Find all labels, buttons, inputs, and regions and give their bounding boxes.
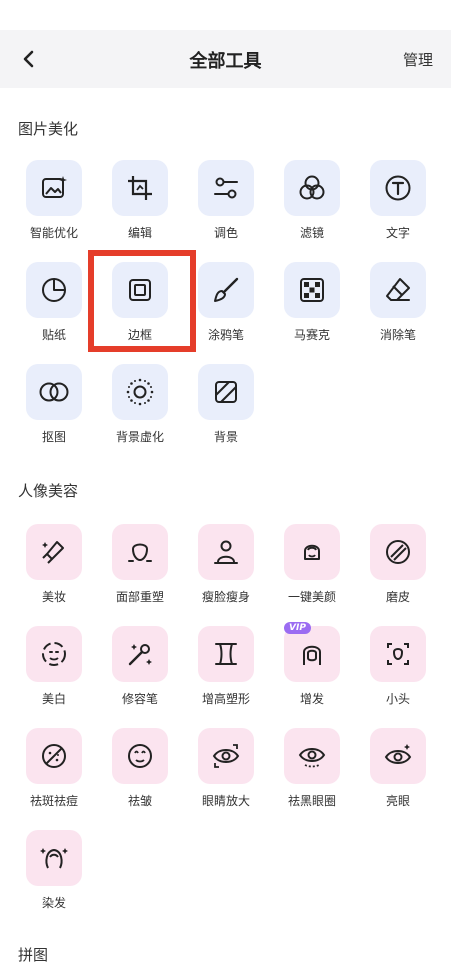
tool-eraser[interactable]: 消除笔 xyxy=(355,262,441,343)
eraser-icon xyxy=(386,278,410,301)
tool-small-head[interactable]: 小头 xyxy=(355,626,441,707)
tool-color-adjust[interactable]: 调色 xyxy=(183,160,269,241)
hair-dye-icon xyxy=(40,848,68,869)
sliders-icon xyxy=(214,177,238,199)
dark-circle-icon xyxy=(298,748,326,768)
tool-blemish[interactable]: 祛斑祛痘 xyxy=(11,728,97,809)
tool-smooth-skin[interactable]: 磨皮 xyxy=(355,524,441,605)
tool-bright-eye[interactable]: 亮眼 xyxy=(355,728,441,809)
beauty-face-icon xyxy=(304,544,320,560)
tool-frame[interactable]: 边框 xyxy=(97,262,183,343)
tool-text[interactable]: 文字 xyxy=(355,160,441,241)
image-spark-icon xyxy=(42,176,67,198)
tool-background-blur[interactable]: 背景虚化 xyxy=(97,364,183,445)
blemish-icon xyxy=(42,744,66,768)
tool-edit[interactable]: 编辑 xyxy=(97,160,183,241)
tool-contour-pen[interactable]: 修容笔 xyxy=(97,626,183,707)
manage-button[interactable]: 管理 xyxy=(403,49,433,70)
tool-doodle-pen[interactable]: 涂鸦笔 xyxy=(183,262,269,343)
tool-wrinkle[interactable]: 祛皱 xyxy=(97,728,183,809)
page-title: 全部工具 xyxy=(189,51,262,72)
wrinkle-icon xyxy=(128,744,152,768)
section-title-collage: 拼图 xyxy=(18,946,49,964)
section-title-portrait: 人像美容 xyxy=(18,482,79,500)
tool-whiten[interactable]: 美白 xyxy=(11,626,97,707)
tool-face-reshape[interactable]: 面部重塑 xyxy=(97,524,183,605)
tool-makeup[interactable]: 美妆 xyxy=(11,524,97,605)
filter-circles-icon xyxy=(299,175,325,200)
header-bar: 全部工具 管理 xyxy=(0,30,451,88)
frame-icon xyxy=(129,279,151,301)
section-title-photo: 图片美化 xyxy=(18,120,79,138)
slim-body-icon xyxy=(214,540,238,564)
tool-cutout[interactable]: 抠图 xyxy=(11,364,97,445)
blur-dots-icon xyxy=(126,378,154,406)
tool-one-click-beauty[interactable]: 一键美颜 xyxy=(269,524,355,605)
hair-icon xyxy=(303,645,321,665)
height-shape-icon xyxy=(215,643,237,665)
sticker-icon xyxy=(42,278,66,302)
tool-dark-circle[interactable]: 祛黑眼圈 xyxy=(269,728,355,809)
face-reshape-icon xyxy=(128,543,152,562)
mosaic-icon xyxy=(300,278,324,302)
tool-smart-optimize[interactable]: 智能优化 xyxy=(11,160,97,241)
eye-enlarge-icon xyxy=(212,744,240,768)
small-head-icon xyxy=(387,643,409,665)
tool-filter[interactable]: 滤镜 xyxy=(269,160,355,241)
tool-mosaic[interactable]: 马赛克 xyxy=(269,262,355,343)
smooth-skin-icon xyxy=(386,540,410,564)
cutout-icon xyxy=(39,382,69,402)
crop-icon xyxy=(128,176,152,200)
text-t-icon xyxy=(385,175,411,201)
tool-hair-volume[interactable]: VIP 增发 xyxy=(269,622,355,707)
bright-eye-icon xyxy=(384,744,412,764)
tool-background[interactable]: 背景 xyxy=(183,364,269,445)
tool-slim-body[interactable]: 瘦脸瘦身 xyxy=(183,524,269,605)
tool-sticker[interactable]: 贴纸 xyxy=(11,262,97,343)
vip-badge: VIP xyxy=(284,622,311,634)
contour-wand-icon xyxy=(128,644,152,666)
brush-icon xyxy=(214,277,239,302)
background-hatch-icon xyxy=(215,381,237,403)
tool-hair-dye[interactable]: 染发 xyxy=(11,830,97,911)
whiten-face-icon xyxy=(42,642,66,666)
tool-eye-enlarge[interactable]: 眼睛放大 xyxy=(183,728,269,809)
lipstick-icon xyxy=(42,541,64,564)
tool-height-shape[interactable]: 增高塑形 xyxy=(183,626,269,707)
